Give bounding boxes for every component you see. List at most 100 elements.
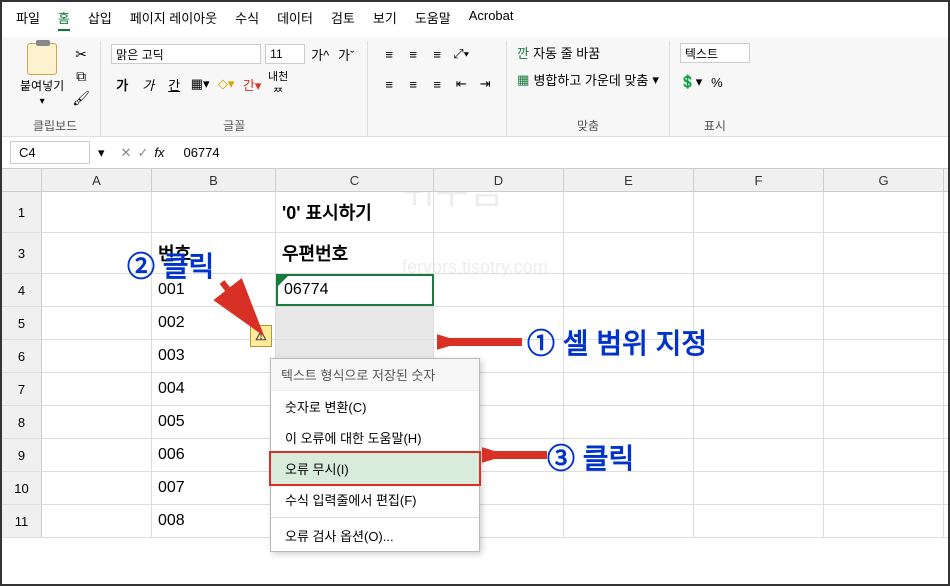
cell[interactable] xyxy=(42,233,152,273)
row-header[interactable]: 7 xyxy=(2,373,42,405)
cell[interactable]: 005 xyxy=(152,406,276,438)
cell[interactable] xyxy=(42,192,152,232)
select-all-corner[interactable] xyxy=(2,169,42,191)
align-right-icon[interactable]: ≡ xyxy=(426,73,448,95)
cancel-icon[interactable]: ✕ xyxy=(121,145,132,161)
cell[interactable] xyxy=(824,233,944,273)
cell[interactable] xyxy=(824,439,944,471)
font-name-select[interactable] xyxy=(111,44,261,64)
cell[interactable] xyxy=(694,307,824,339)
cell[interactable] xyxy=(694,373,824,405)
col-header-G[interactable]: G xyxy=(824,169,944,191)
merge-center-button[interactable]: ▦ 병합하고 가운데 맞춤 ▾ xyxy=(517,70,659,89)
row-header[interactable]: 1 xyxy=(2,192,42,232)
cell[interactable] xyxy=(434,192,564,232)
decrease-font-icon[interactable]: 가ˇ xyxy=(335,43,357,65)
number-format-select[interactable] xyxy=(680,43,750,63)
bold-button[interactable]: 가 xyxy=(111,73,133,95)
cell[interactable] xyxy=(564,340,694,372)
percent-button[interactable]: % xyxy=(706,71,728,93)
active-cell[interactable]: 06774 xyxy=(276,274,434,306)
menu-file[interactable]: 파일 xyxy=(16,8,40,31)
cell[interactable]: 008 xyxy=(152,505,276,537)
menu-review[interactable]: 검토 xyxy=(331,8,355,31)
col-header-D[interactable]: D xyxy=(434,169,564,191)
row-header[interactable]: 8 xyxy=(2,406,42,438)
col-header-F[interactable]: F xyxy=(694,169,824,191)
align-center-icon[interactable]: ≡ xyxy=(402,73,424,95)
menu-page-layout[interactable]: 페이지 레이아웃 xyxy=(130,8,217,31)
cut-icon[interactable]: ✂ xyxy=(72,45,90,63)
row-header[interactable]: 6 xyxy=(2,340,42,372)
cell[interactable] xyxy=(824,340,944,372)
cell[interactable] xyxy=(42,406,152,438)
cell[interactable] xyxy=(276,307,434,339)
cell[interactable] xyxy=(42,373,152,405)
cell[interactable] xyxy=(42,340,152,372)
row-header[interactable]: 5 xyxy=(2,307,42,339)
cell[interactable]: 004 xyxy=(152,373,276,405)
row-header[interactable]: 10 xyxy=(2,472,42,504)
cell[interactable] xyxy=(564,192,694,232)
col-header-A[interactable]: A xyxy=(42,169,152,191)
fill-color-button[interactable]: ◇▾ xyxy=(215,73,237,95)
cell[interactable] xyxy=(564,439,694,471)
format-painter-icon[interactable]: 🖌 xyxy=(72,89,90,107)
row-header[interactable]: 3 xyxy=(2,233,42,273)
font-color-button[interactable]: 간▾ xyxy=(241,73,263,95)
copy-icon[interactable]: ⧉ xyxy=(72,67,90,85)
cell[interactable] xyxy=(694,340,824,372)
cell[interactable]: '0' 표시하기 xyxy=(276,192,434,232)
menu-item-error-options[interactable]: 오류 검사 옵션(O)... xyxy=(271,520,479,551)
cell[interactable] xyxy=(824,472,944,504)
col-header-C[interactable]: C xyxy=(276,169,434,191)
row-header[interactable]: 4 xyxy=(2,274,42,306)
cell[interactable] xyxy=(694,192,824,232)
orientation-icon[interactable]: ⤢▾ xyxy=(450,43,472,65)
increase-font-icon[interactable]: 가^ xyxy=(309,43,331,65)
cell[interactable] xyxy=(694,233,824,273)
col-header-B[interactable]: B xyxy=(152,169,276,191)
cell[interactable]: 번호 xyxy=(152,233,276,273)
border-button[interactable]: ▦▾ xyxy=(189,73,211,95)
menu-item-convert-number[interactable]: 숫자로 변환(C) xyxy=(271,391,479,422)
cell[interactable] xyxy=(824,505,944,537)
cell[interactable] xyxy=(42,307,152,339)
paste-button[interactable]: 붙여넣기 ▾ xyxy=(20,43,64,107)
cell[interactable] xyxy=(694,472,824,504)
align-middle-icon[interactable]: ≡ xyxy=(402,43,424,65)
menu-help[interactable]: 도움말 xyxy=(415,8,451,31)
underline-button[interactable]: 간 xyxy=(163,73,185,95)
cell[interactable] xyxy=(564,373,694,405)
cell[interactable] xyxy=(824,406,944,438)
cell[interactable]: 001 xyxy=(152,274,276,306)
menu-insert[interactable]: 삽입 xyxy=(88,8,112,31)
currency-button[interactable]: 💲▾ xyxy=(680,71,702,93)
align-left-icon[interactable]: ≡ xyxy=(378,73,400,95)
enter-icon[interactable]: ✓ xyxy=(137,145,148,161)
cell[interactable] xyxy=(42,472,152,504)
indent-increase-icon[interactable]: ⇥ xyxy=(474,73,496,95)
fx-icon[interactable]: fx xyxy=(154,145,164,160)
wrap-text-button[interactable]: 깐 자동 줄 바꿈 xyxy=(517,43,600,62)
cell[interactable] xyxy=(42,274,152,306)
menu-item-edit-formula[interactable]: 수식 입력줄에서 편집(F) xyxy=(271,484,479,515)
cell[interactable] xyxy=(564,505,694,537)
menu-home[interactable]: 홈 xyxy=(58,8,70,31)
font-size-select[interactable] xyxy=(265,44,305,64)
cell[interactable] xyxy=(564,233,694,273)
cell[interactable] xyxy=(564,406,694,438)
cell[interactable] xyxy=(564,472,694,504)
cell[interactable] xyxy=(824,192,944,232)
cell[interactable]: 006 xyxy=(152,439,276,471)
row-header[interactable]: 9 xyxy=(2,439,42,471)
cell[interactable]: 007 xyxy=(152,472,276,504)
name-box-dropdown-icon[interactable]: ▾ xyxy=(98,145,105,161)
cell[interactable] xyxy=(152,192,276,232)
cell[interactable] xyxy=(434,233,564,273)
indent-decrease-icon[interactable]: ⇤ xyxy=(450,73,472,95)
italic-button[interactable]: 가 xyxy=(137,73,159,95)
chevron-down-icon[interactable]: ▾ xyxy=(40,96,45,107)
cell[interactable]: 우편번호 xyxy=(276,233,434,273)
align-bottom-icon[interactable]: ≡ xyxy=(426,43,448,65)
